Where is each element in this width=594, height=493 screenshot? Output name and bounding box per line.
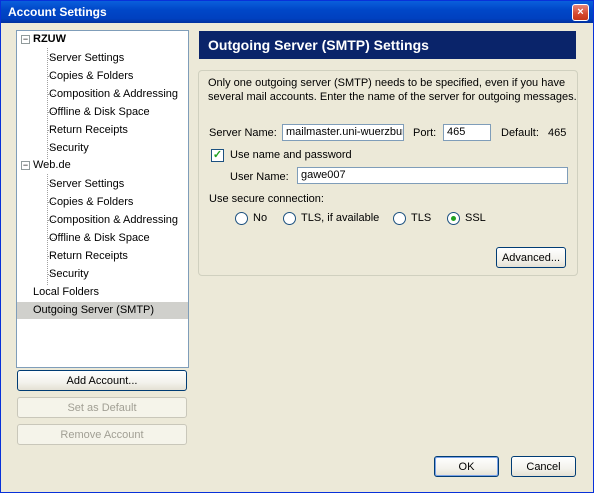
secure-connection-label: Use secure connection: [209,193,324,205]
tree-item-composition[interactable]: Composition & Addressing [49,86,178,102]
tree-item-server-settings[interactable]: Server Settings [49,50,124,66]
radio-tls-if-available-label: TLS, if available [301,212,380,224]
tree-item-offline[interactable]: Offline & Disk Space [49,104,150,120]
window-title: Account Settings [8,5,107,19]
server-name-label: Server Name: [209,127,277,139]
cancel-label: Cancel [526,461,561,473]
tree-item-copies-folders[interactable]: Copies & Folders [49,194,133,210]
tree-item-local-folders[interactable]: Local Folders [33,284,99,300]
port-input[interactable]: 465 [443,124,491,141]
tree-item-server-settings[interactable]: Server Settings [49,176,124,192]
close-icon[interactable]: × [572,4,589,21]
radio-tls-label: TLS [411,212,432,224]
radio-selected-dot [451,216,456,221]
port-label: Port: [413,127,437,139]
ok-label: OK [458,461,475,473]
description-line-1: Only one outgoing server (SMTP) needs to… [208,77,566,89]
radio-no-label: No [253,212,268,224]
title-bar: Account Settings × [1,1,593,23]
collapse-icon[interactable]: − [21,161,30,170]
add-account-label: Add Account... [66,375,138,387]
ok-button[interactable]: OK [434,456,499,477]
tree-item-security[interactable]: Security [49,140,89,156]
tree-item-security[interactable]: Security [49,266,89,282]
tree-item-return-receipts[interactable]: Return Receipts [49,122,128,138]
tree-line [47,174,48,285]
tree-item-composition[interactable]: Composition & Addressing [49,212,178,228]
use-auth-label: Use name and password [230,149,352,161]
description-line-2: several mail accounts. Enter the name of… [208,91,577,103]
default-port-label: Default: [501,127,539,139]
collapse-icon[interactable]: − [21,35,30,44]
radio-ssl-label: SSL [465,212,486,224]
remove-account-label: Remove Account [60,429,144,441]
tree-item-offline[interactable]: Offline & Disk Space [49,230,150,246]
server-name-input[interactable]: mailmaster.uni-wuerzburg.de [282,124,404,141]
smtp-settings-group: Only one outgoing server (SMTP) needs to… [198,70,578,276]
panel-header: Outgoing Server (SMTP) Settings [199,31,576,59]
set-default-button[interactable]: Set as Default [17,397,187,418]
remove-account-button[interactable]: Remove Account [17,424,187,445]
radio-ssl[interactable] [447,212,460,225]
account-tree[interactable]: − RZUW Server Settings Copies & Folders … [16,30,189,368]
add-account-button[interactable]: Add Account... [17,370,187,391]
tree-item-copies-folders[interactable]: Copies & Folders [49,68,133,84]
user-name-input[interactable]: gawe007 [297,167,568,184]
advanced-button[interactable]: Advanced... [496,247,566,268]
advanced-label: Advanced... [501,252,561,264]
radio-tls-if-available[interactable] [283,212,296,225]
user-name-label: User Name: [230,171,289,183]
tree-line [47,48,48,159]
radio-no[interactable] [235,212,248,225]
tree-item-return-receipts[interactable]: Return Receipts [49,248,128,264]
default-port-value: 465 [548,127,567,139]
account-settings-window: Account Settings × − RZUW Server Setting… [0,0,594,493]
tree-account-webde[interactable]: Web.de [33,157,71,173]
tree-account-rzuw[interactable]: RZUW [33,31,66,47]
panel-title: Outgoing Server (SMTP) Settings [208,37,429,53]
use-auth-checkbox[interactable]: ✓ [211,149,224,162]
radio-tls[interactable] [393,212,406,225]
tree-item-outgoing-server[interactable]: Outgoing Server (SMTP) [33,302,154,318]
cancel-button[interactable]: Cancel [511,456,576,477]
set-default-label: Set as Default [67,402,137,414]
